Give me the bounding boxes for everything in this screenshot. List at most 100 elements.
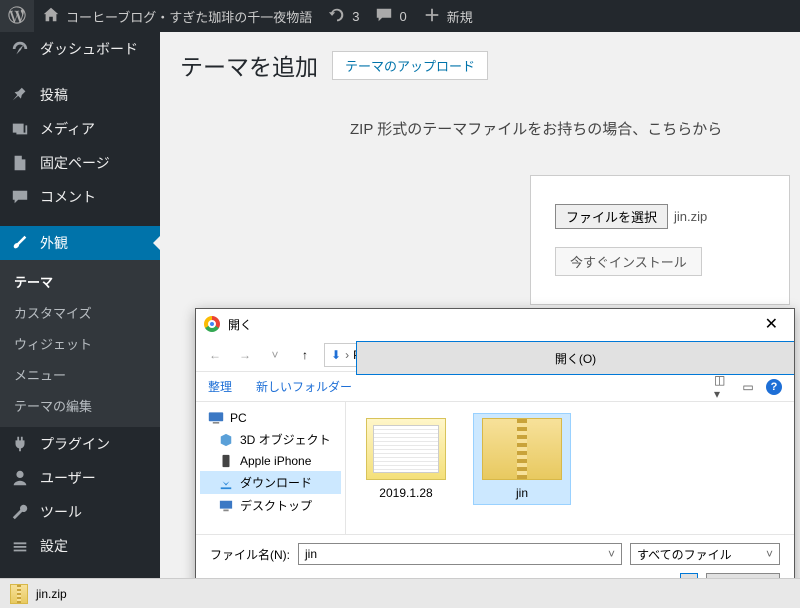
comment-icon — [375, 6, 393, 27]
upload-form: ファイルを選択 jin.zip 今すぐインストール — [530, 175, 790, 305]
submenu-themes[interactable]: テーマ — [0, 266, 160, 297]
new-label: 新規 — [447, 7, 473, 26]
pin-icon — [10, 85, 30, 105]
menu-tools[interactable]: ツール — [0, 495, 160, 529]
admin-sidebar: ダッシュボード 投稿 メディア 固定ページ コメント 外観 テーマ カスタマイズ… — [0, 32, 160, 608]
chevron-right-icon: › — [345, 348, 349, 362]
wp-admin-bar: コーヒーブログ・すぎた珈琲の千一夜物語 3 0 新規 — [0, 0, 800, 32]
tree-3d[interactable]: 3D オブジェクト — [200, 428, 341, 451]
page-icon — [10, 153, 30, 173]
menu-users[interactable]: ユーザー — [0, 461, 160, 495]
comments-count: 0 — [399, 9, 406, 24]
back-button[interactable]: ← — [204, 344, 226, 366]
menu-label: 外観 — [40, 233, 68, 253]
user-icon — [10, 468, 30, 488]
tree-pc[interactable]: PC — [200, 408, 341, 428]
menu-label: コメント — [40, 187, 96, 207]
file-label: 2019.1.28 — [362, 486, 450, 500]
recent-dropdown[interactable]: ˅ — [264, 344, 286, 366]
menu-label: プラグイン — [40, 434, 110, 454]
choose-file-button[interactable]: ファイルを選択 — [555, 204, 668, 229]
up-button[interactable]: ↑ — [294, 344, 316, 366]
new-content[interactable]: 新規 — [415, 0, 481, 32]
menu-label: 固定ページ — [40, 153, 110, 173]
menu-label: ダッシュボード — [40, 39, 138, 59]
new-folder-button[interactable]: 新しいフォルダー — [256, 378, 352, 395]
upload-theme-button[interactable]: テーマのアップロード — [332, 51, 488, 80]
wordpress-icon — [8, 6, 26, 27]
update-icon — [328, 6, 346, 27]
menu-label: ツール — [40, 502, 82, 522]
dashboard-icon — [10, 39, 30, 59]
organize-button[interactable]: 整理 — [208, 378, 232, 395]
menu-plugins[interactable]: プラグイン — [0, 427, 160, 461]
menu-appearance[interactable]: 外観 — [0, 226, 160, 260]
plugin-icon — [10, 434, 30, 454]
brush-icon — [10, 233, 30, 253]
tree-desktop[interactable]: デスクトップ — [200, 494, 341, 517]
site-name[interactable]: コーヒーブログ・すぎた珈琲の千一夜物語 — [34, 0, 320, 32]
settings-icon — [10, 536, 30, 556]
filename-input[interactable]: jin˅ — [298, 543, 622, 565]
download-icon — [218, 476, 234, 490]
file-open-dialog: 開く ✕ ← → ˅ ↑ ⬇ › PC › ダウンロード › ˅ ↻ ダウンロー… — [195, 308, 795, 604]
filename-label: ファイル名(N): — [210, 546, 290, 563]
page-title: テーマを追加 — [180, 48, 318, 82]
taskbar-item[interactable]: jin.zip — [36, 587, 67, 601]
taskbar: jin.zip — [0, 578, 800, 608]
folder-tree: PC 3D オブジェクト Apple iPhone ダウンロード デスクトップ — [196, 402, 346, 534]
zip-icon — [482, 418, 562, 480]
menu-label: 設定 — [40, 536, 68, 556]
file-list: 2019.1.28 jin — [346, 402, 794, 534]
menu-settings[interactable]: 設定 — [0, 529, 160, 563]
cube-icon — [218, 433, 234, 447]
home-icon — [42, 6, 60, 27]
forward-button: → — [234, 344, 256, 366]
menu-label: 投稿 — [40, 85, 68, 105]
chrome-icon — [204, 316, 220, 332]
selected-filename: jin.zip — [674, 209, 707, 224]
menu-comments[interactable]: コメント — [0, 180, 160, 214]
wp-logo[interactable] — [0, 0, 34, 32]
site-title: コーヒーブログ・すぎた珈琲の千一夜物語 — [66, 7, 312, 26]
view-options-button[interactable]: ◫ ▾ — [714, 379, 730, 395]
submenu-theme-editor[interactable]: テーマの編集 — [0, 390, 160, 421]
menu-media[interactable]: メディア — [0, 112, 160, 146]
tree-downloads[interactable]: ダウンロード — [200, 471, 341, 494]
menu-label: ユーザー — [40, 468, 96, 488]
install-now-button[interactable]: 今すぐインストール — [555, 247, 702, 276]
updates[interactable]: 3 — [320, 0, 367, 32]
menu-label: メディア — [40, 119, 95, 139]
file-item-folder[interactable]: 2019.1.28 — [358, 414, 454, 504]
dialog-titlebar: 開く ✕ — [196, 309, 794, 339]
submenu-widgets[interactable]: ウィジェット — [0, 328, 160, 359]
pc-icon — [208, 411, 224, 425]
comment-icon — [10, 187, 30, 207]
filetype-select[interactable]: すべてのファイル˅ — [630, 543, 780, 565]
desktop-icon — [218, 499, 234, 513]
menu-dashboard[interactable]: ダッシュボード — [0, 32, 160, 66]
file-label: jin — [478, 486, 566, 500]
dialog-toolbar: 整理 新しいフォルダー ◫ ▾ ▭ ? — [196, 371, 794, 402]
wrench-icon — [10, 502, 30, 522]
zip-icon — [10, 584, 28, 604]
upload-hint: ZIP 形式のテーマファイルをお持ちの場合、こちらから — [350, 118, 780, 139]
menu-pages[interactable]: 固定ページ — [0, 146, 160, 180]
preview-pane-button[interactable]: ▭ — [740, 379, 756, 395]
appearance-submenu: テーマ カスタマイズ ウィジェット メニュー テーマの編集 — [0, 260, 160, 427]
media-icon — [10, 119, 30, 139]
phone-icon — [218, 454, 234, 468]
folder-icon — [366, 418, 446, 480]
help-button[interactable]: ? — [766, 379, 782, 395]
updates-count: 3 — [352, 9, 359, 24]
tree-iphone[interactable]: Apple iPhone — [200, 451, 341, 471]
plus-icon — [423, 6, 441, 27]
submenu-customize[interactable]: カスタマイズ — [0, 297, 160, 328]
menu-posts[interactable]: 投稿 — [0, 78, 160, 112]
dialog-title: 開く — [228, 316, 252, 333]
file-item-zip[interactable]: jin — [474, 414, 570, 504]
close-button[interactable]: ✕ — [757, 312, 786, 336]
submenu-menus[interactable]: メニュー — [0, 359, 160, 390]
download-arrow-icon: ⬇ — [331, 348, 341, 362]
comments[interactable]: 0 — [367, 0, 414, 32]
